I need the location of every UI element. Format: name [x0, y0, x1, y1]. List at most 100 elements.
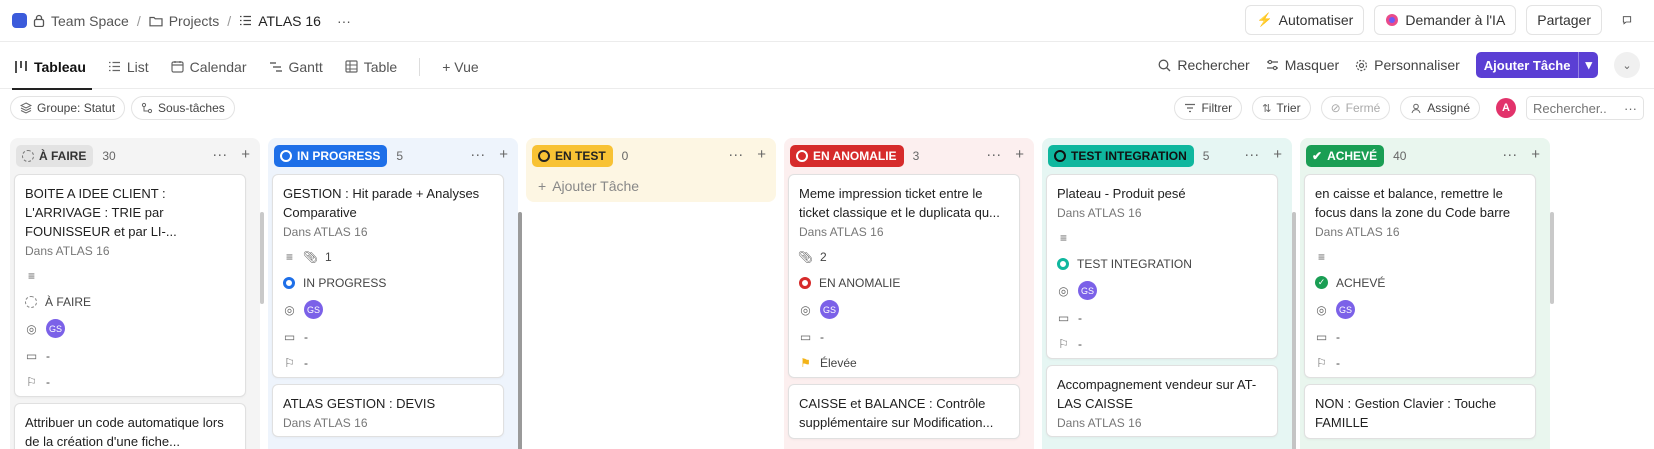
column-in-progress: IN PROGRESS 5 ··· + GESTION : Hit parade …	[268, 138, 522, 449]
column-label: ACHEVÉ	[1327, 149, 1378, 163]
check-circle-icon: ✔	[1312, 149, 1323, 163]
avatar[interactable]: GS	[46, 319, 65, 338]
filter-label: Filtrer	[1201, 101, 1233, 115]
add-view-button[interactable]: + Vue	[442, 45, 478, 89]
search-field[interactable]: ···	[1526, 96, 1644, 120]
assignee-icon: ◎	[284, 302, 295, 317]
card-status: TEST INTEGRATION	[1077, 256, 1192, 271]
comments-button[interactable]	[1612, 5, 1642, 35]
hide-label: Masquer	[1284, 57, 1340, 73]
search-button[interactable]: Rechercher	[1158, 57, 1250, 73]
breadcrumb-folder[interactable]: Projects	[149, 12, 220, 29]
task-card[interactable]: NON : Gestion Clavier : Touche FAMILLE	[1304, 384, 1536, 439]
check-circle-icon: ✓	[1315, 276, 1328, 289]
more-icon[interactable]: ···	[1244, 146, 1259, 163]
more-icon[interactable]: ···	[986, 146, 1001, 163]
share-button[interactable]: Partager	[1526, 5, 1602, 35]
breadcrumb-separator: /	[227, 12, 232, 29]
filter-icon	[1185, 103, 1196, 113]
task-card[interactable]: Accompagnement vendeur sur AT-LAS CAISSE…	[1046, 365, 1278, 437]
status-badge[interactable]: ✔ ACHEVÉ	[1306, 145, 1385, 167]
status-todo-icon	[25, 295, 37, 308]
assignee-icon: ◎	[26, 321, 37, 336]
plus-icon[interactable]: +	[757, 146, 766, 163]
status-in-progress-icon	[280, 150, 292, 162]
more-icon[interactable]: ···	[1624, 101, 1637, 116]
chevron-down-icon[interactable]: ▾	[1578, 52, 1598, 78]
tab-list[interactable]: List	[108, 45, 149, 89]
scrollbar[interactable]	[518, 212, 522, 449]
scrollbar[interactable]	[1550, 212, 1554, 304]
plus-icon[interactable]: +	[1531, 146, 1540, 163]
card-title: en caisse et balance, remettre le focus …	[1315, 186, 1511, 220]
task-card[interactable]: en caisse et balance, remettre le focus …	[1304, 174, 1536, 378]
tab-gantt[interactable]: Gantt	[269, 45, 323, 89]
task-card[interactable]: Plateau - Produit pesé Dans ATLAS 16 ≡ T…	[1046, 174, 1278, 359]
task-card[interactable]: GESTION : Hit parade + Analyses Comparat…	[272, 174, 504, 378]
group-by-label: Groupe: Statut	[37, 101, 116, 115]
search-input[interactable]	[1533, 100, 1623, 116]
flag-icon: ⚐	[1316, 355, 1327, 370]
column-label: EN TEST	[555, 149, 606, 163]
sort-icon: ⇅	[1262, 102, 1272, 115]
scrollbar[interactable]	[1292, 212, 1296, 449]
breadcrumb-more-icon[interactable]: ···	[337, 13, 351, 29]
more-icon[interactable]: ···	[1502, 146, 1517, 163]
ask-ai-button[interactable]: Demander à l'IA	[1374, 5, 1517, 35]
status-badge[interactable]: TEST INTEGRATION	[1048, 145, 1194, 167]
column-test-integration: TEST INTEGRATION 5 ··· + Plateau - Produi…	[1042, 138, 1296, 449]
group-by-chip[interactable]: Groupe: Statut	[10, 96, 126, 120]
breadcrumb-list-label: ATLAS 16	[258, 12, 321, 29]
card-priority: -	[304, 355, 308, 370]
scrollbar[interactable]	[260, 212, 264, 304]
status-badge[interactable]: EN TEST	[532, 145, 613, 167]
column-header: EN TEST 0 ··· +	[530, 142, 772, 170]
status-badge[interactable]: EN ANOMALIE	[790, 145, 904, 167]
avatar[interactable]: GS	[1336, 300, 1355, 319]
paperclip-icon: 📎︎	[302, 249, 319, 264]
subtasks-chip[interactable]: Sous-tâches	[131, 96, 235, 120]
add-task-label: Ajouter Tâche	[1483, 57, 1571, 73]
assigned-chip[interactable]: Assigné	[1400, 96, 1480, 120]
avatar[interactable]: GS	[820, 300, 839, 319]
hide-button[interactable]: Masquer	[1266, 57, 1339, 73]
filter-chip[interactable]: Filtrer	[1174, 96, 1243, 120]
plus-icon[interactable]: +	[1015, 146, 1024, 163]
more-icon[interactable]: ···	[470, 146, 485, 163]
task-card[interactable]: BOITE A IDEE CLIENT : L'ARRIVAGE : TRIE …	[14, 174, 246, 397]
share-label: Partager	[1537, 12, 1591, 28]
plus-icon[interactable]: +	[499, 146, 508, 163]
tab-table[interactable]: Table	[345, 45, 397, 89]
sort-chip[interactable]: ⇅ Trier	[1252, 96, 1311, 120]
column-en-test: EN TEST 0 ··· + + Ajouter Tâche	[526, 138, 776, 202]
task-card[interactable]: CAISSE et BALANCE : Contrôle supplémenta…	[788, 384, 1020, 439]
flag-icon: ⚐	[284, 355, 295, 370]
more-icon[interactable]: ···	[212, 146, 227, 163]
plus-icon[interactable]: +	[241, 146, 250, 163]
task-card[interactable]: Meme impression ticket entre le ticket c…	[788, 174, 1020, 378]
breadcrumb-folder-label: Projects	[168, 12, 220, 29]
tab-tableau[interactable]: Tableau	[12, 45, 92, 90]
column-count: 3	[912, 149, 920, 163]
add-task-button[interactable]: Ajouter Tâche ▾	[1475, 52, 1598, 78]
status-badge[interactable]: À FAIRE	[16, 145, 94, 167]
add-task-inline-button[interactable]: + Ajouter Tâche	[530, 170, 772, 202]
plus-icon[interactable]: +	[1273, 146, 1282, 163]
breadcrumb-list[interactable]: ATLAS 16	[239, 13, 321, 29]
avatar[interactable]: A	[1496, 98, 1516, 118]
avatar[interactable]: GS	[304, 300, 323, 319]
task-card[interactable]: ATLAS GESTION : DEVIS Dans ATLAS 16	[272, 384, 504, 437]
card-status: IN PROGRESS	[303, 275, 387, 290]
automate-button[interactable]: ⚡ Automatiser	[1245, 5, 1365, 35]
status-en-anomalie-icon	[796, 150, 808, 162]
more-icon[interactable]: ···	[728, 146, 743, 163]
task-card[interactable]: Attribuer un code automatique lors de la…	[14, 403, 246, 449]
tab-calendar[interactable]: Calendar	[171, 45, 247, 89]
status-badge[interactable]: IN PROGRESS	[274, 145, 388, 167]
customize-button[interactable]: Personnaliser	[1355, 57, 1460, 73]
avatar[interactable]: GS	[1078, 281, 1097, 300]
calendar-icon: ▭	[283, 329, 296, 344]
collapse-toggle-button[interactable]: ⌄	[1614, 52, 1640, 78]
closed-chip[interactable]: ⊘ Fermé	[1320, 96, 1391, 120]
breadcrumb-space[interactable]: Team Space	[12, 13, 129, 29]
